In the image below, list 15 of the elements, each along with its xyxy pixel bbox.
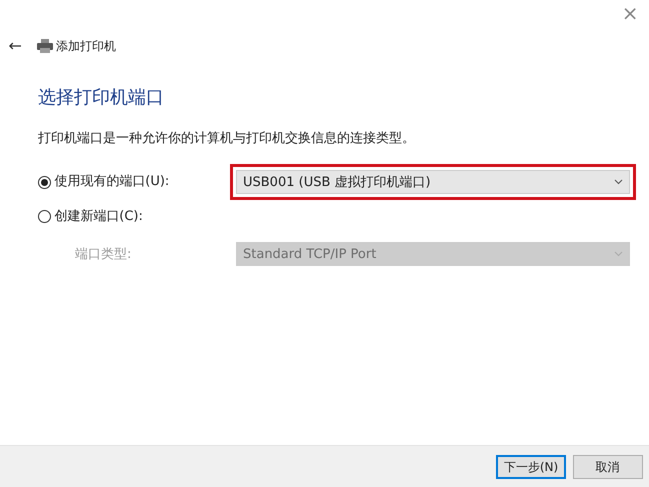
window-title: 添加打印机 — [56, 38, 116, 56]
page-heading: 选择打印机端口 — [38, 87, 165, 109]
chevron-down-icon — [614, 251, 623, 258]
port-dropdown[interactable]: USB001 (USB 虚拟打印机端口) — [236, 170, 630, 194]
radio-option[interactable]: 创建新端口(C): — [38, 206, 143, 226]
next-button[interactable]: 下一步(N) — [496, 454, 566, 478]
port-type-label: 端口类型: — [74, 246, 132, 264]
back-button[interactable]: ← — [6, 38, 24, 54]
chevron-down-icon — [614, 179, 623, 186]
radio-option[interactable]: 使用现有的端口(U): — [38, 172, 170, 192]
close-button[interactable]: × — [618, 3, 642, 24]
port-type-dropdown: Standard TCP/IP Port — [236, 242, 630, 266]
cancel-button[interactable]: 取消 — [572, 454, 642, 478]
printer-icon — [36, 39, 53, 54]
description-text: 打印机端口是一种允许你的计算机与打印机交换信息的连接类型。 — [38, 130, 416, 148]
